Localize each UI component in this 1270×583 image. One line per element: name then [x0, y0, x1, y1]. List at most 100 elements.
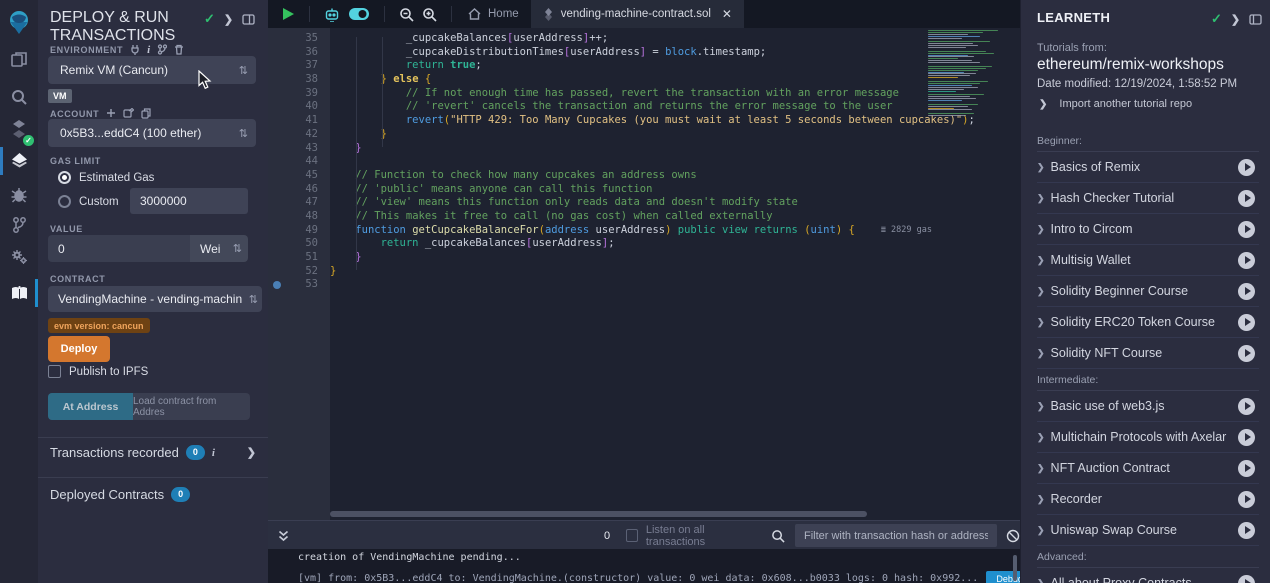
- line-number[interactable]: 47: [268, 196, 330, 210]
- deploy-run-icon[interactable]: [0, 146, 38, 176]
- panel-expand-icon[interactable]: ❯: [224, 13, 233, 26]
- code-line[interactable]: 38 } else {: [268, 73, 1020, 87]
- code-line[interactable]: 45 // Function to check how many cupcake…: [268, 169, 1020, 183]
- panel-expand-icon[interactable]: ❯: [1231, 13, 1240, 26]
- ai-toggle-switch[interactable]: [348, 7, 370, 21]
- learneth-book-icon[interactable]: [0, 278, 38, 308]
- horizontal-scrollbar[interactable]: [330, 511, 867, 517]
- line-number[interactable]: 40: [268, 100, 330, 114]
- deploy-button[interactable]: Deploy: [48, 336, 110, 362]
- custom-gas-input[interactable]: [130, 188, 248, 214]
- solidity-compiler-icon[interactable]: ✓: [0, 114, 38, 144]
- line-number[interactable]: 43: [268, 142, 330, 156]
- close-tab-icon[interactable]: ✕: [722, 7, 732, 21]
- tutorial-item[interactable]: ❯Basic use of web3.js: [1037, 391, 1259, 422]
- play-tutorial-button[interactable]: [1238, 159, 1255, 176]
- estimated-gas-option[interactable]: Estimated Gas: [58, 171, 154, 184]
- terminal-scrollbar[interactable]: [1013, 555, 1017, 581]
- code-line[interactable]: 51 }: [268, 251, 1020, 265]
- pin-panel-icon[interactable]: [242, 14, 255, 25]
- settings-gears-icon[interactable]: [0, 242, 38, 272]
- play-tutorial-button[interactable]: [1238, 429, 1255, 446]
- line-number[interactable]: 36: [268, 46, 330, 60]
- code-editor[interactable]: 35 _cupcakeBalances[userAddress]++;36 _c…: [268, 28, 1020, 520]
- line-number[interactable]: 35: [268, 32, 330, 46]
- line-number[interactable]: 52: [268, 265, 330, 279]
- transactions-recorded-row[interactable]: Transactions recorded 0 i ❯: [50, 445, 256, 460]
- value-input[interactable]: [48, 235, 190, 262]
- at-address-button[interactable]: At Address: [48, 393, 133, 420]
- code-line[interactable]: 41 revert("HTTP 429: Too Many Cupcakes (…: [268, 114, 1020, 128]
- copy-account-icon[interactable]: [141, 108, 151, 119]
- tutorial-item[interactable]: ❯NFT Auction Contract: [1037, 453, 1259, 484]
- code-line[interactable]: 53: [268, 278, 1020, 292]
- environment-select[interactable]: Remix VM (Cancun) ⇅: [48, 56, 256, 84]
- line-number[interactable]: 41: [268, 114, 330, 128]
- clear-terminal-icon[interactable]: [1006, 529, 1020, 543]
- play-tutorial-button[interactable]: [1238, 491, 1255, 508]
- editor-minimap[interactable]: [928, 30, 1014, 116]
- play-tutorial-button[interactable]: [1238, 252, 1255, 269]
- environment-info-icon[interactable]: i: [147, 44, 150, 56]
- code-line[interactable]: 46 // 'public' means anyone can call thi…: [268, 183, 1020, 197]
- value-unit-select[interactable]: Wei ⇅: [190, 235, 248, 262]
- tutorial-item[interactable]: ❯Solidity ERC20 Token Course: [1037, 307, 1259, 338]
- play-tutorial-button[interactable]: [1238, 575, 1255, 583]
- code-line[interactable]: 40 // 'revert' cancels the transaction a…: [268, 100, 1020, 114]
- terminal-expand-icon[interactable]: [278, 530, 289, 542]
- debugger-icon[interactable]: [0, 180, 38, 210]
- line-number[interactable]: 51: [268, 251, 330, 265]
- line-number[interactable]: 42: [268, 128, 330, 142]
- play-tutorial-button[interactable]: [1238, 190, 1255, 207]
- line-number[interactable]: 49: [268, 224, 330, 238]
- line-number[interactable]: 46: [268, 183, 330, 197]
- at-address-placeholder[interactable]: Load contract from Addres: [133, 393, 250, 420]
- code-line[interactable]: 47 // 'view' means this function only re…: [268, 196, 1020, 210]
- play-tutorial-button[interactable]: [1238, 460, 1255, 477]
- remix-logo-icon[interactable]: [0, 5, 38, 39]
- tutorial-item[interactable]: ❯Solidity NFT Course: [1037, 338, 1259, 369]
- terminal-filter-input[interactable]: [795, 524, 997, 547]
- line-number[interactable]: 39: [268, 87, 330, 101]
- tutorial-item[interactable]: ❯Intro to Circom: [1037, 214, 1259, 245]
- edit-account-icon[interactable]: [123, 108, 134, 118]
- account-select[interactable]: 0x5B3...eddC4 (100 ether) ⇅: [48, 119, 256, 147]
- code-line[interactable]: 35 _cupcakeBalances[userAddress]++;: [268, 32, 1020, 46]
- source-control-icon[interactable]: [0, 210, 38, 240]
- tutorial-item[interactable]: ❯Multichain Protocols with Axelar: [1037, 422, 1259, 453]
- play-tutorial-button[interactable]: [1238, 398, 1255, 415]
- line-number[interactable]: 37: [268, 59, 330, 73]
- play-tutorial-button[interactable]: [1238, 314, 1255, 331]
- play-tutorial-button[interactable]: [1238, 345, 1255, 362]
- file-explorer-icon[interactable]: [0, 44, 38, 74]
- tutorial-item[interactable]: ❯Solidity Beginner Course: [1037, 276, 1259, 307]
- code-line[interactable]: 52}: [268, 265, 1020, 279]
- search-icon[interactable]: [0, 82, 38, 112]
- contract-select[interactable]: VendingMachine - vending-machin ⇅: [48, 286, 262, 312]
- play-tutorial-button[interactable]: [1238, 283, 1255, 300]
- add-account-icon[interactable]: [106, 108, 116, 118]
- ai-assistant-icon[interactable]: [324, 7, 340, 22]
- zoom-out-icon[interactable]: [399, 7, 414, 22]
- code-line[interactable]: 36 _cupcakeDistributionTimes[userAddress…: [268, 46, 1020, 60]
- publish-ipfs-checkbox[interactable]: [48, 365, 61, 378]
- publish-ipfs-option[interactable]: Publish to IPFS: [48, 365, 148, 378]
- play-tutorial-button[interactable]: [1238, 221, 1255, 238]
- code-line[interactable]: 43 }: [268, 142, 1020, 156]
- pin-panel-icon[interactable]: [1249, 14, 1262, 25]
- tutorial-item[interactable]: ❯Basics of Remix: [1037, 152, 1259, 183]
- code-line[interactable]: 42 }: [268, 128, 1020, 142]
- tutorial-item[interactable]: ❯Multisig Wallet: [1037, 245, 1259, 276]
- fork-icon[interactable]: [157, 44, 167, 55]
- code-line[interactable]: 48 // This makes it free to call (no gas…: [268, 210, 1020, 224]
- terminal-search-icon[interactable]: [771, 529, 785, 543]
- transactions-expand-icon[interactable]: ❯: [247, 446, 256, 459]
- import-repo-row[interactable]: ❯ Import another tutorial repo: [1039, 98, 1192, 110]
- listen-all-checkbox[interactable]: [626, 529, 638, 542]
- delete-environment-icon[interactable]: [174, 44, 184, 55]
- code-line[interactable]: 37 return true;: [268, 59, 1020, 73]
- custom-gas-option[interactable]: Custom: [58, 195, 119, 208]
- tab-active-file[interactable]: vending-machine-contract.sol ✕: [531, 0, 744, 28]
- line-number[interactable]: 45: [268, 169, 330, 183]
- code-line[interactable]: 50 return _cupcakeBalances[userAddress];: [268, 237, 1020, 251]
